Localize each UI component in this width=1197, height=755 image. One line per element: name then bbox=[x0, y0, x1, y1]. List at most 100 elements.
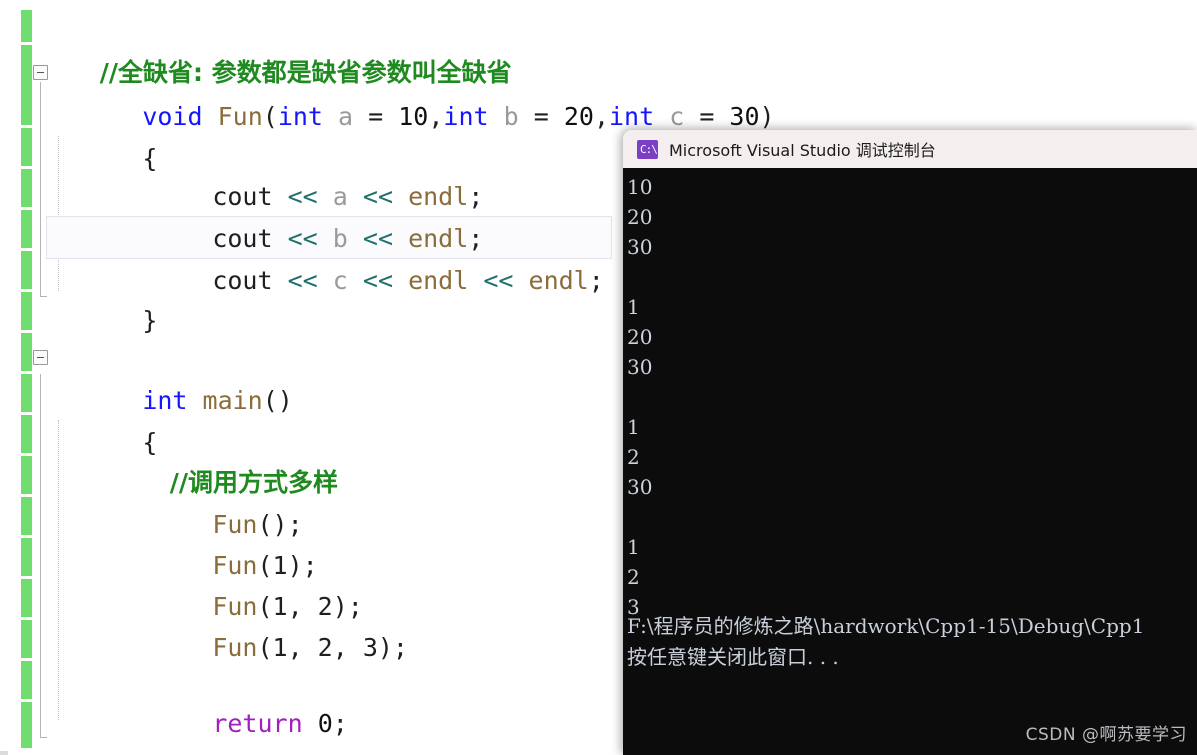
code-line-comment-2[interactable]: //调用方式多样 bbox=[122, 420, 338, 497]
main-parens: () bbox=[262, 386, 293, 415]
code-line-main-brace-open[interactable]: { bbox=[52, 380, 157, 457]
keyword-int-b: int bbox=[443, 102, 489, 131]
change-bar-segment bbox=[21, 128, 32, 166]
paren-open: ( bbox=[262, 102, 278, 131]
param-a: a bbox=[322, 102, 369, 131]
brace-close: } bbox=[142, 751, 157, 755]
console-output-line: 20 bbox=[627, 325, 653, 349]
console-app-icon: C:\ bbox=[637, 139, 658, 159]
console-output-line: 1 bbox=[627, 415, 640, 439]
outlining-guide-main bbox=[40, 374, 47, 738]
console-press-any-key: 按任意键关闭此窗口. . . bbox=[627, 645, 839, 669]
change-bar-segment bbox=[21, 702, 32, 748]
debug-console-window[interactable]: C:\ Microsoft Visual Studio 调试控制台 10 20 … bbox=[623, 130, 1197, 755]
change-bar-segment bbox=[21, 415, 32, 453]
keyword-return: return bbox=[212, 709, 303, 738]
code-line-main-brace-close[interactable]: } bbox=[52, 703, 157, 755]
change-bar-segment bbox=[21, 251, 32, 289]
param-b: b bbox=[488, 102, 534, 131]
call-fun: Fun bbox=[212, 633, 258, 662]
console-output-line: 1 bbox=[627, 535, 640, 559]
code-line-fun-brace-close[interactable]: } bbox=[52, 258, 157, 335]
console-output-line: 2 bbox=[627, 565, 640, 589]
console-output-line: 10 bbox=[627, 175, 653, 199]
endl-token: endl bbox=[408, 266, 469, 295]
change-bar-segment bbox=[21, 579, 32, 617]
comma-2: , bbox=[593, 102, 609, 131]
code-line-cout-b[interactable]: cout << b << endl; bbox=[122, 176, 483, 253]
semicolon: ; bbox=[332, 709, 348, 738]
change-bar-segment bbox=[21, 210, 32, 248]
keyword-int-a: int bbox=[277, 102, 323, 131]
console-exit-message-group: F:\程序员的修炼之路\hardwork\Cpp1-15\Debug\Cpp1 … bbox=[627, 611, 1197, 673]
call-args: (1, 2, 3); bbox=[257, 633, 408, 662]
code-line-cout-a[interactable]: cout << a << endl; bbox=[122, 134, 483, 211]
code-line-fun-call-1[interactable]: Fun(1); bbox=[122, 503, 317, 580]
endl-token: endl bbox=[528, 266, 589, 295]
console-output-blank bbox=[627, 382, 1197, 412]
return-value: 0 bbox=[317, 709, 333, 738]
change-bar-segment bbox=[21, 169, 32, 207]
minus-icon bbox=[37, 357, 44, 358]
outlining-guide-fun bbox=[40, 82, 47, 297]
minus-icon bbox=[37, 72, 44, 73]
collapse-toggle-fun[interactable] bbox=[33, 65, 48, 80]
code-line-fun-call-3[interactable]: Fun(1, 2, 3); bbox=[122, 585, 408, 662]
equals-b: = bbox=[533, 102, 564, 131]
function-name-fun: Fun bbox=[217, 102, 263, 131]
screenshot-root: //全缺省: 参数都是缺省参数叫全缺省 void Fun(int a = 10,… bbox=[0, 0, 1197, 755]
change-bar-segment bbox=[21, 333, 32, 371]
console-title-bar[interactable]: C:\ Microsoft Visual Studio 调试控制台 bbox=[623, 130, 1197, 168]
default-b: 20 bbox=[563, 102, 594, 131]
shift-operator: << bbox=[362, 266, 393, 295]
change-bar-segment bbox=[21, 620, 32, 658]
console-output-area[interactable]: 10 20 30 1 20 30 1 2 30 1 2 3 F:\程序员的修炼之… bbox=[623, 168, 1197, 755]
brace-close: } bbox=[142, 306, 158, 335]
console-output-blank bbox=[627, 262, 1197, 292]
console-output-line: 30 bbox=[627, 235, 653, 259]
function-name-main: main bbox=[202, 386, 263, 415]
change-bar-segment bbox=[21, 456, 32, 494]
editor-bottom-artifact bbox=[0, 751, 8, 755]
change-bar-segment bbox=[21, 45, 32, 125]
console-output-line: 30 bbox=[627, 355, 653, 379]
code-line-fun-signature[interactable]: void Fun(int a = 10,int b = 20,int c = 3… bbox=[52, 54, 774, 131]
console-executable-path: F:\程序员的修炼之路\hardwork\Cpp1-15\Debug\Cpp1 bbox=[627, 614, 1145, 638]
shift-operator: << bbox=[287, 266, 318, 295]
console-window-title: Microsoft Visual Studio 调试控制台 bbox=[669, 141, 936, 160]
collapse-toggle-main[interactable] bbox=[33, 350, 48, 365]
code-line-fun-call-2[interactable]: Fun(1, 2); bbox=[122, 544, 363, 621]
code-line-fun-call-0[interactable]: Fun(); bbox=[122, 462, 302, 539]
shift-operator: << bbox=[483, 266, 514, 295]
csdn-watermark: CSDN @啊苏要学习 bbox=[1025, 725, 1187, 745]
change-bar-segment bbox=[21, 661, 32, 699]
keyword-int-c: int bbox=[609, 102, 655, 131]
console-icon-glyph: C:\ bbox=[640, 142, 658, 156]
code-line-return[interactable]: return 0; bbox=[122, 661, 348, 738]
change-bar-segment bbox=[21, 10, 32, 42]
code-line-comment-1[interactable]: //全缺省: 参数都是缺省参数叫全缺省 bbox=[52, 10, 512, 87]
default-a: 10 bbox=[398, 102, 429, 131]
code-line-fun-brace-open[interactable]: { bbox=[52, 96, 157, 173]
change-bar-segment bbox=[21, 497, 32, 535]
change-bar-segment bbox=[21, 374, 32, 412]
cout-keyword: cout bbox=[212, 266, 273, 295]
console-output-blank bbox=[627, 502, 1197, 532]
equals-c: = bbox=[699, 102, 730, 131]
default-c: 30 bbox=[729, 102, 760, 131]
equals-a: = bbox=[368, 102, 399, 131]
paren-close: ) bbox=[759, 102, 775, 131]
var-c: c bbox=[332, 266, 348, 295]
code-line-cout-c[interactable]: cout << c << endl << endl; bbox=[122, 218, 603, 295]
console-output-line: 2 bbox=[627, 445, 640, 469]
code-line-main-signature[interactable]: int main() bbox=[52, 338, 293, 415]
change-bar-segment bbox=[21, 292, 32, 330]
